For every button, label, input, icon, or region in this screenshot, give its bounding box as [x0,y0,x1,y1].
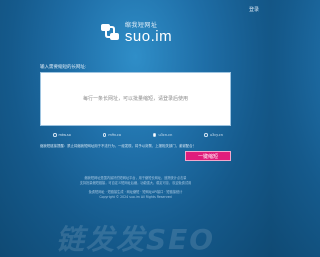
domain-options: mtw.so m9v.co u3cn.cn u3cy.cn [53,133,223,137]
brand-name-en: suo.im [124,28,173,45]
domain-option-mtw[interactable]: mtw.so [53,133,71,137]
suo-logo-icon [99,21,121,43]
long-url-box [40,72,231,126]
radio-icon[interactable] [102,133,107,137]
footer-line: Copyright © 2024 suo.im All Rights Reser… [99,195,172,199]
shorten-button[interactable]: 一键缩短 [185,151,231,161]
url-input-label: 输入需要缩短的长网址: [40,65,87,70]
long-url-textarea[interactable] [41,73,230,125]
watermark: 链发发SEO [55,223,216,256]
domain-option-label: u3cn.cn [158,133,173,137]
brand-logo: 缩我短网址 suo.im [0,20,271,44]
domain-option-u3cy[interactable]: u3cy.cn [204,133,223,137]
radio-icon[interactable] [53,133,57,137]
domain-option-label: mtw.so [58,133,71,137]
domain-option-label: u3cy.cn [209,133,223,137]
footer-text: 缩我短网址是国内最好的短网址平台，用于缩短长网址，追踪统计点击量 支持批量缩短链… [0,176,271,200]
domain-option-m9v[interactable]: m9v.co [102,133,121,137]
radio-icon[interactable] [204,133,208,137]
radio-icon[interactable] [152,133,157,137]
domain-option-label: m9v.co [108,133,121,137]
domain-option-u3cn[interactable]: u3cn.cn [152,133,173,137]
usage-notice: 缩我短链接提醒：禁止将缩我短网址用于不法行为，一经发现，将予以封禁，上报相关部门… [40,144,196,148]
login-link[interactable]: 登录 [249,6,259,13]
